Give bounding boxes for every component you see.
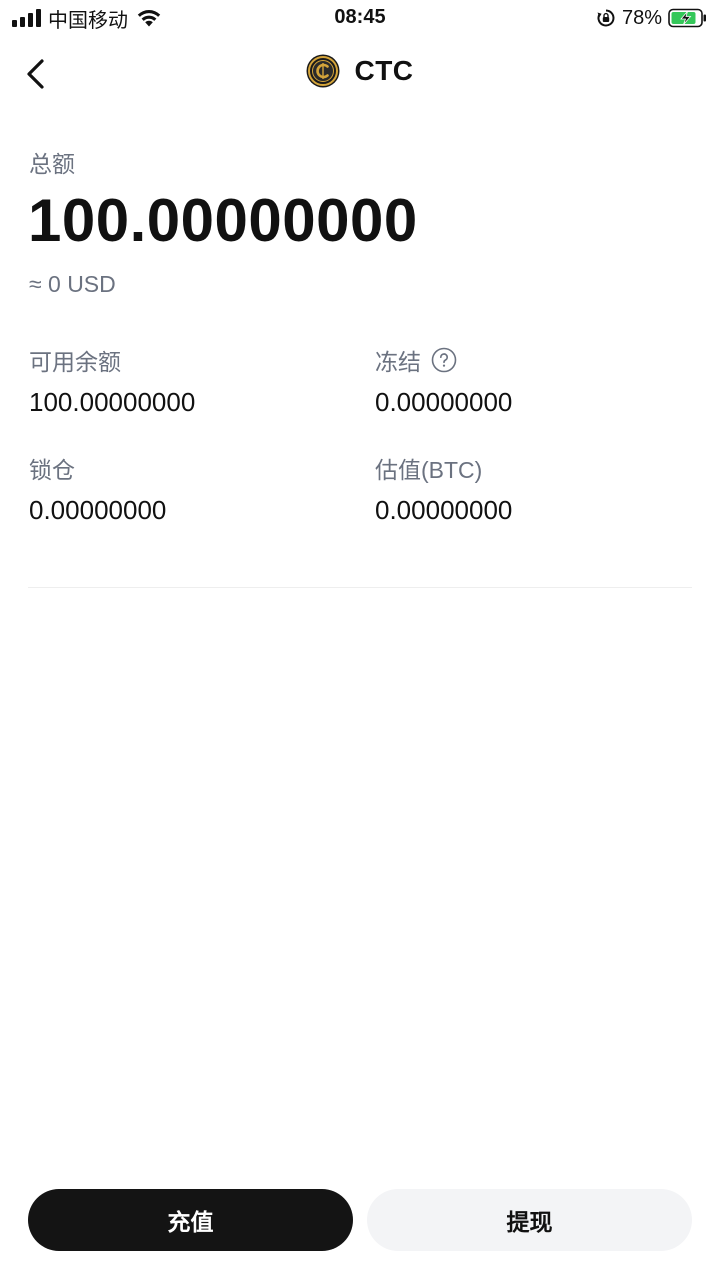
total-amount: 100.00000000 (28, 187, 418, 254)
deposit-button[interactable]: 充值 (28, 1189, 353, 1251)
orientation-lock-icon (597, 9, 615, 27)
total-label: 总额 (29, 151, 75, 177)
battery-charging-icon (668, 8, 706, 28)
ctc-coin-icon (306, 54, 340, 88)
withdraw-button[interactable]: 提现 (367, 1189, 692, 1251)
divider (28, 587, 692, 588)
frozen-label: 冻结 (375, 349, 421, 375)
frozen-label-row: 冻结 (375, 345, 512, 375)
nav-bar: CTC (0, 44, 720, 104)
stat-locked: 锁仓 0.00000000 (29, 453, 166, 526)
stat-valuation: 估值(BTC) 0.00000000 (375, 453, 512, 526)
available-value: 100.00000000 (29, 387, 196, 417)
nav-title-group: CTC (0, 54, 720, 88)
stat-available: 可用余额 100.00000000 (29, 345, 195, 418)
valuation-label: 估值(BTC) (375, 457, 483, 483)
valuation-value: 0.00000000 (375, 495, 513, 525)
page-title: CTC (354, 55, 414, 86)
available-label: 可用余额 (29, 349, 121, 375)
locked-value: 0.00000000 (29, 495, 167, 525)
question-circle-icon[interactable] (431, 347, 457, 373)
locked-label: 锁仓 (29, 457, 75, 483)
frozen-value: 0.00000000 (375, 387, 513, 417)
usd-approx-value: ≈ 0 USD (29, 271, 116, 297)
status-bar: 中国移动 08:45 78% (0, 0, 720, 38)
stat-frozen: 冻结 0.00000000 (375, 345, 512, 418)
battery-percentage: 78% (621, 6, 662, 29)
status-bar-right: 78% (596, 6, 708, 30)
